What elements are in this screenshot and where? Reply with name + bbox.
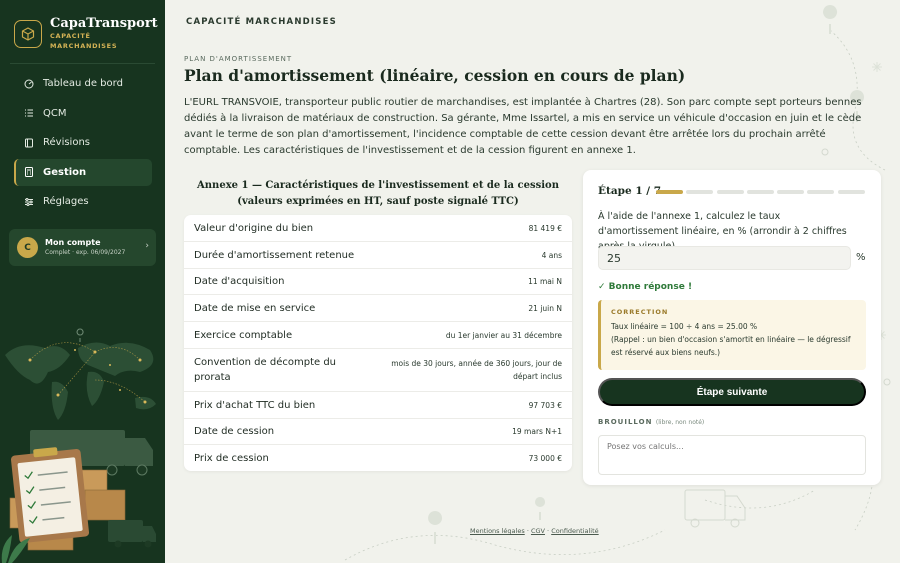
progress-segment: [656, 190, 683, 194]
correction-box: CORRECTION Taux linéaire = 100 ÷ 4 ans =…: [598, 300, 866, 370]
row-label: Prix d'achat TTC du bien: [194, 399, 316, 411]
progress-segment: [837, 190, 865, 194]
exercise-card: Étape 1 / 7 À l'aide de l'annexe 1, calc…: [583, 170, 881, 485]
annex-table: Valeur d'origine du bien 81 419 € Durée …: [184, 215, 572, 471]
table-row: Exercice comptable du 1er janvier au 31 …: [184, 322, 572, 349]
feedback-message: ✓ Bonne réponse !: [598, 282, 693, 292]
brand-name: CapaTransport: [50, 16, 158, 31]
progress-segment: [807, 190, 835, 194]
row-value: 73 000 €: [528, 453, 562, 463]
logistics-illustration: [1, 328, 156, 563]
account-name: Mon compte: [45, 238, 101, 247]
sidebar-item-label: Réglages: [43, 196, 89, 207]
table-row: Prix d'achat TTC du bien 97 703 €: [184, 392, 572, 419]
sidebar-nav: Tableau de bord QCM Révisions Gestion Ré…: [14, 70, 152, 218]
sidebar-item-label: Gestion: [43, 166, 87, 178]
case-statement: L'EURL TRANSVOIE, transporteur public ro…: [184, 97, 862, 156]
privacy-link[interactable]: Confidentialité: [551, 527, 598, 535]
draft-label: BROUILLON (libre, non noté): [598, 418, 704, 426]
row-value: 11 mai N: [528, 277, 562, 286]
sidebar-item-gestion[interactable]: Gestion: [14, 158, 152, 186]
page-title: Plan d'amortissement (linéaire, cession …: [184, 66, 686, 85]
page-eyebrow: PLAN D'AMORTISSEMENT: [184, 55, 293, 63]
sidebar-item-label: QCM: [43, 107, 67, 119]
sidebar-item-revisions[interactable]: Révisions: [14, 129, 152, 156]
table-row: Durée d'amortissement retenue 4 ans: [184, 242, 572, 269]
sidebar-item-label: Tableau de bord: [43, 78, 123, 89]
sidebar-item-qcm[interactable]: QCM: [14, 100, 152, 127]
table-row: Valeur d'origine du bien 81 419 €: [184, 215, 572, 242]
dashboard-icon: [24, 79, 34, 89]
progress-segment: [716, 190, 744, 194]
main-content: CAPACITÉ MARCHANDISES PLAN D'AMORTISSEME…: [165, 0, 900, 563]
account-card[interactable]: C Mon compte Complet · exp. 06/09/2027 ›: [9, 229, 156, 266]
row-label: Prix de cession: [194, 452, 269, 464]
avatar: C: [17, 237, 38, 258]
next-step-button[interactable]: Étape suivante: [598, 378, 866, 406]
row-value: mois de 30 jours, année de 360 jours, jo…: [391, 359, 562, 381]
table-row: Date de mise en service 21 juin N: [184, 295, 572, 322]
answer-input[interactable]: [598, 246, 851, 270]
row-value: 21 juin N: [528, 303, 562, 313]
brand-sub-1: CAPACITÉ: [50, 32, 91, 40]
row-label: Date de cession: [194, 426, 275, 437]
progress-segment: [777, 190, 805, 194]
row-label: Durée d'amortissement retenue: [194, 249, 355, 261]
step-counter: Étape 1 / 7: [598, 185, 662, 197]
row-value: 4 ans: [541, 250, 562, 260]
progress-segment: [686, 190, 714, 194]
sidebar-item-label: Révisions: [43, 137, 91, 148]
row-value: 97 703 €: [528, 400, 562, 410]
table-row: Date de cession 19 mars N+1: [184, 419, 572, 445]
annex-title: Annexe 1 — Caractéristiques de l'investi…: [197, 180, 559, 207]
row-value: du 1er janvier au 31 décembre: [445, 330, 562, 340]
sidebar-item-dashboard[interactable]: Tableau de bord: [14, 70, 152, 97]
row-label: Date de mise en service: [194, 302, 316, 314]
brand-sub-2: MARCHANDISES: [50, 42, 118, 50]
table-row: Date d'acquisition 11 mai N: [184, 269, 572, 295]
step-progress-bar: [656, 190, 868, 194]
draft-hint: (libre, non noté): [655, 419, 705, 426]
box-logo-icon: [14, 20, 42, 48]
row-value: 19 mars N+1: [512, 427, 562, 436]
correction-reminder: (Rappel : un bien d'occasion s'amortit e…: [611, 335, 851, 357]
row-label: Date d'acquisition: [194, 276, 285, 287]
list-icon: [24, 108, 34, 118]
progress-segment: [746, 190, 774, 194]
correction-title: CORRECTION: [611, 308, 669, 316]
sliders-icon: [24, 197, 34, 207]
table-row: Prix de cession 73 000 €: [184, 445, 572, 471]
cgv-link[interactable]: CGV: [531, 527, 545, 535]
sidebar-divider: [10, 63, 155, 64]
correction-formula: Taux linéaire = 100 ÷ 4 ans = 25.00 %: [611, 322, 758, 331]
chevron-right-icon: ›: [145, 241, 149, 251]
draft-textarea[interactable]: [598, 435, 866, 475]
row-label: Valeur d'origine du bien: [194, 222, 314, 234]
sidebar: CapaTransport CAPACITÉ MARCHANDISES Tabl…: [0, 0, 165, 563]
answer-unit: %: [856, 252, 866, 263]
brand[interactable]: CapaTransport CAPACITÉ MARCHANDISES: [14, 17, 158, 51]
row-label: Convention de décompte du prorata: [194, 357, 337, 383]
footer: Mentions légales · CGV · Confidentialité: [470, 527, 599, 535]
calculator-icon: [24, 167, 34, 177]
table-row: Convention de décompte du prorata mois d…: [184, 349, 572, 392]
draft-label-text: BROUILLON: [598, 418, 653, 426]
sidebar-item-reglages[interactable]: Réglages: [14, 188, 152, 215]
legal-link[interactable]: Mentions légales: [470, 527, 525, 535]
row-label: Exercice comptable: [194, 329, 293, 341]
account-status: Complet · exp. 06/09/2027: [45, 249, 126, 256]
row-value: 81 419 €: [528, 223, 562, 233]
book-icon: [24, 138, 34, 148]
header-title: CAPACITÉ MARCHANDISES: [186, 17, 337, 27]
